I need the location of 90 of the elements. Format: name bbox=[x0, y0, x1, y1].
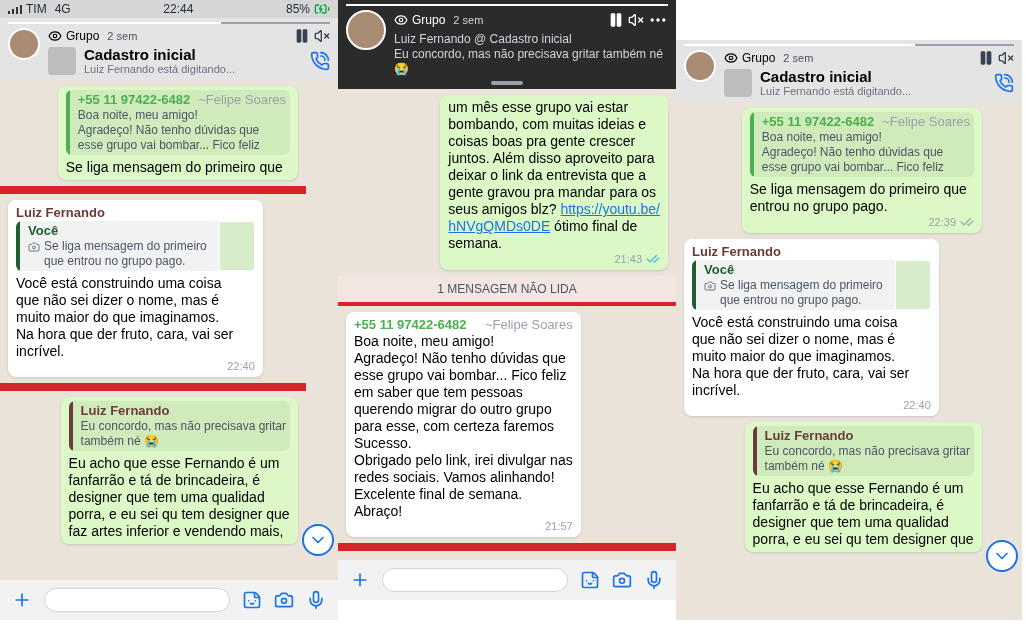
story-label: Grupo bbox=[742, 51, 776, 65]
story-label: Grupo bbox=[412, 13, 446, 27]
quote-alias: ~Felipe Soares bbox=[198, 92, 286, 108]
carrier-label: TIM bbox=[26, 1, 47, 18]
pause-icon[interactable] bbox=[294, 28, 310, 44]
signal-icon bbox=[8, 4, 22, 14]
quoted-message[interactable]: +55 11 97422-6482 ~Felipe Soares Boa noite, meu amigo! Agradeço! Não tenho dúvidas que esse grupo vai bombar... Fico feliz bbox=[65, 90, 290, 155]
avatar[interactable] bbox=[346, 10, 386, 50]
quote-author: Luiz Fernando bbox=[764, 428, 854, 444]
mute-icon[interactable] bbox=[998, 50, 1014, 66]
mute-icon[interactable] bbox=[314, 28, 330, 44]
quote-text: Boa noite, meu amigo! Agradeço! Não tenho dúvidas que esse grupo vai bombar... Fico feliz bbox=[77, 108, 260, 153]
link[interactable]: hNVgQMDs0DE bbox=[448, 218, 551, 234]
story-age: 2 sem bbox=[107, 29, 138, 43]
group-thumbnail bbox=[724, 69, 752, 97]
quote-author: Você bbox=[28, 223, 59, 239]
quoted-message[interactable]: Luiz Fernando Eu concordo, mas não precisava gritar também né 😭 bbox=[68, 401, 290, 451]
sender-name: Luiz Fernando bbox=[692, 243, 781, 260]
sender-name: Luiz Fernando bbox=[16, 204, 105, 221]
quote-text: Se liga mensagem do primeiro que entrou no grupo pago. bbox=[44, 239, 207, 269]
quote-text: Se liga mensagem do primeiro que entrou no grupo pago. bbox=[720, 278, 883, 308]
eye-icon bbox=[48, 29, 62, 43]
pause-icon[interactable] bbox=[608, 12, 624, 28]
message-time: 22:39 bbox=[928, 215, 956, 229]
header-title: Cadastro inicial bbox=[760, 68, 873, 85]
sender-alias: ~Felipe Soares bbox=[484, 316, 573, 333]
quoted-message[interactable]: Você Se liga mensagem do primeiro que entrou no grupo pago. bbox=[16, 221, 255, 271]
camera-icon[interactable] bbox=[274, 590, 294, 610]
incoming-bubble[interactable] bbox=[8, 200, 263, 377]
message-time: 22:40 bbox=[903, 399, 931, 412]
eye-icon bbox=[394, 13, 408, 27]
message-input-field[interactable] bbox=[44, 588, 230, 612]
pause-icon[interactable] bbox=[978, 50, 994, 66]
mute-icon[interactable] bbox=[628, 12, 644, 28]
message-input-field[interactable] bbox=[382, 568, 568, 592]
story-age: 2 sem bbox=[783, 51, 814, 65]
story-label: Grupo bbox=[66, 29, 100, 43]
outgoing-bubble[interactable] bbox=[440, 95, 668, 270]
add-call-icon[interactable] bbox=[310, 51, 330, 71]
quote-text: Eu concordo, mas não precisava gritar também né 😭 bbox=[80, 419, 286, 449]
quote-text: Boa noite, meu amigo! Agradeço! Não tenho dúvidas que esse grupo vai bombar... Fico feliz bbox=[761, 130, 944, 175]
message-text: Se liga mensagem do primeiro que entrou no grupo pago. bbox=[749, 181, 968, 215]
header-subtitle: Eu concordo, mas não precisava gritar também né 😭 bbox=[394, 47, 664, 77]
story-age: 2 sem bbox=[453, 13, 484, 27]
quote-author: Você bbox=[704, 262, 735, 278]
message-text: Você está construindo uma coisa que não sei dizer o nome, mas é muito maior do que imaginamos. Na hora que der fruto, cara, vai ser incrível. bbox=[692, 314, 911, 399]
message-time: 22:40 bbox=[227, 360, 255, 373]
clock: 22:44 bbox=[163, 1, 194, 18]
quoted-message[interactable]: Luiz Fernando Eu concordo, mas não precisava gritar também né 😭 bbox=[752, 426, 974, 476]
message-text: Eu acho que esse Fernando é um fanfarrão e tá de brincadeira, é designer que tem uma qualidad porra, e eu sei qu tem designer que bbox=[752, 480, 974, 548]
header-title: Luiz Fernando @ Cadastro inicial bbox=[394, 32, 573, 47]
quote-author: +55 11 97422-6482 bbox=[77, 92, 191, 108]
eye-icon bbox=[724, 51, 738, 65]
link[interactable]: https://youtu.be/ bbox=[560, 201, 660, 217]
drag-handle[interactable] bbox=[491, 81, 523, 85]
mic-icon[interactable] bbox=[644, 570, 664, 590]
sender-name: +55 11 97422-6482 bbox=[354, 316, 467, 333]
header-subtitle: Luiz Fernando está digitando... bbox=[84, 63, 237, 76]
message-time: 21:57 bbox=[545, 520, 573, 533]
message-text: Se liga mensagem do primeiro que bbox=[65, 159, 284, 176]
message-text: Você está construindo uma coisa que não sei dizer o nome, mas é muito maior do que imaginamos. Na hora que der fruto, cara, vai ser incrível. bbox=[16, 275, 235, 360]
incoming-bubble[interactable] bbox=[346, 312, 581, 537]
header-subtitle: Luiz Fernando está digitando... bbox=[760, 85, 913, 98]
sticker-icon[interactable] bbox=[242, 590, 262, 610]
scroll-down-button[interactable] bbox=[302, 524, 334, 556]
battery-percent: 85% bbox=[285, 1, 310, 18]
outgoing-bubble[interactable]: +55 11 97422-6482 ~Felipe Soares Boa noite, meu amigo! Agradeço! Não tenho dúvidas que esse grupo vai bombar... Fico feliz Se liga mensagem do primeiro que bbox=[57, 86, 298, 180]
message-text: um mês esse grupo vai estar bombando, com muitas ideias e coisas boas pra gente crescer juntos. Além disso aproveito para deixar o link da entrevista que a gente gravou pra mandar para os seus amigos blz? https://youtu.be/ hNVgQMDs0DE ótimo final de semana. bbox=[448, 99, 660, 252]
battery-icon bbox=[314, 1, 330, 17]
incoming-bubble[interactable] bbox=[684, 239, 939, 416]
quoted-message[interactable]: Você Se liga mensagem do primeiro que entrou no grupo pago. bbox=[692, 260, 931, 310]
outgoing-bubble[interactable] bbox=[60, 397, 298, 544]
mic-icon[interactable] bbox=[306, 590, 326, 610]
sticker-icon[interactable] bbox=[580, 570, 600, 590]
quote-author: Luiz Fernando bbox=[80, 403, 170, 419]
header-title: Cadastro inicial bbox=[84, 46, 197, 63]
outgoing-bubble[interactable]: Luiz Fernando Eu concordo, mas não precisava gritar também né 😭 Eu acho que esse Fernando é um fanfarrão e tá de brincadeira, é designer que tem uma qualidad porra, e eu sei qu tem designer que bbox=[744, 422, 982, 552]
network-label: 4G bbox=[54, 1, 71, 18]
outgoing-bubble[interactable]: +55 11 97422-6482 ~Felipe Soares Boa noite, meu amigo! Agradeço! Não tenho dúvidas que esse grupo vai bombar... Fico feliz Se liga mensagem do primeiro que entrou no grupo pago. 22:39 bbox=[741, 108, 982, 233]
add-call-icon[interactable] bbox=[994, 73, 1014, 93]
quote-alias: ~Felipe Soares bbox=[882, 114, 970, 130]
quote-author: +55 11 97422-6482 bbox=[761, 114, 875, 130]
message-text: Eu acho que esse Fernando é um fanfarrão e tá de brincadeira, é designer que tem uma qualidad porra, e eu sei qu tem designer que faz artes inferior e vendendo mais, bbox=[68, 455, 290, 540]
message-text: Boa noite, meu amigo! Agradeço! Não tenho dúvidas que esse grupo vai bombar... Fico feliz em saber que tem pessoas querendo migrar do outro grupo para esse, com certeza faremos Sucesso. Obrigado pelo link, irei divulgar nas redes sociais. Vamos alinhando! Excelente final de semana. Abraço! bbox=[354, 333, 573, 520]
quote-text: Eu concordo, mas não precisava gritar também né 😭 bbox=[764, 444, 970, 474]
message-time: 21:43 bbox=[614, 252, 642, 266]
quoted-message[interactable]: +55 11 97422-6482 ~Felipe Soares Boa noite, meu amigo! Agradeço! Não tenho dúvidas que esse grupo vai bombar... Fico feliz bbox=[749, 112, 974, 177]
scroll-down-button[interactable] bbox=[986, 540, 1018, 572]
group-thumbnail bbox=[48, 47, 76, 75]
camera-icon[interactable] bbox=[612, 570, 632, 590]
